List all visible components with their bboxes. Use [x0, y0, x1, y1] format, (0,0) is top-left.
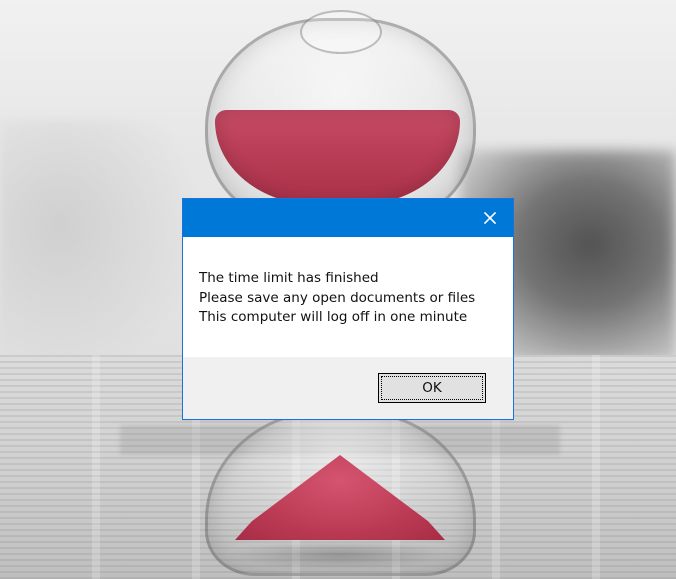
dialog-titlebar[interactable]: [183, 199, 513, 237]
dialog-footer: OK: [183, 357, 513, 419]
hourglass-shadow: [225, 540, 455, 570]
close-icon: [483, 211, 497, 225]
message-line-1: The time limit has finished: [199, 270, 379, 286]
hourglass-top-rim: [300, 10, 382, 54]
background-blur-left: [0, 120, 200, 380]
dialog-content: The time limit has finished Please save …: [183, 237, 513, 359]
close-button[interactable]: [467, 199, 513, 237]
message-line-2: Please save any open documents or files: [199, 289, 476, 306]
message-line-3: This computer will log off in one minute: [199, 309, 468, 325]
message-dialog: The time limit has finished Please save …: [182, 198, 514, 420]
ok-button[interactable]: OK: [378, 373, 486, 403]
